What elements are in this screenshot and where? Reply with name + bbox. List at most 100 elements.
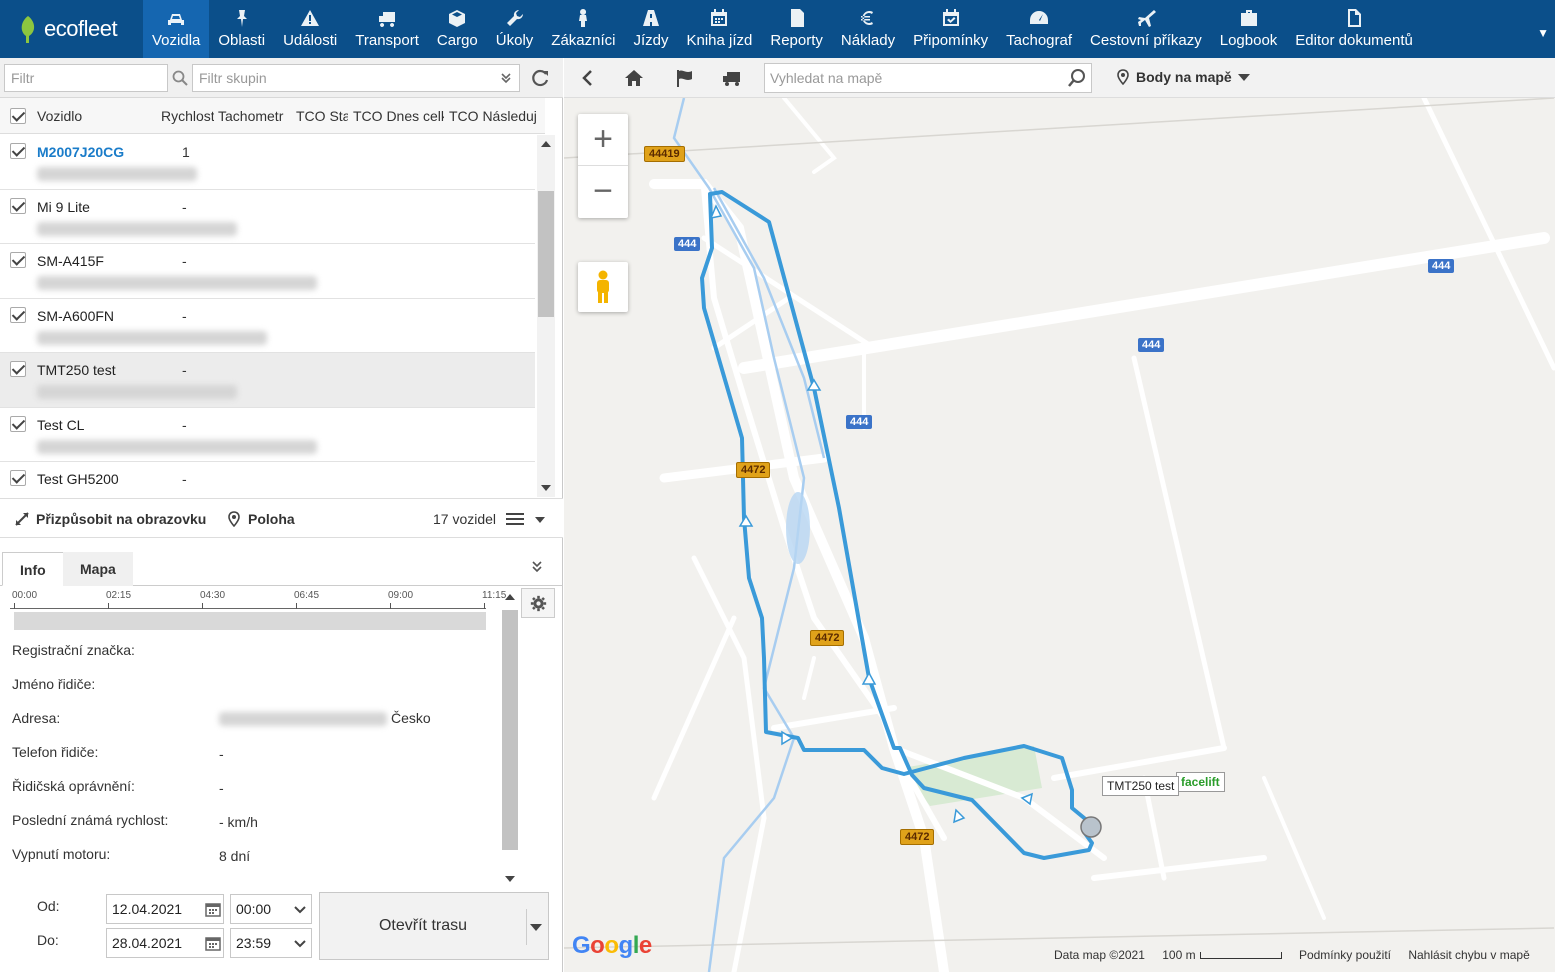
vehicle-filter-input[interactable]: Filtr [4,64,168,92]
vehicle-label-secondary[interactable]: facelift [1176,772,1225,792]
column-odometer[interactable]: Tachometr [218,108,290,124]
zoom-out-button[interactable]: − [578,166,628,218]
driver-license-label: Řidičská oprávnění: [12,778,135,794]
row-checkbox[interactable] [10,252,26,268]
map-scale[interactable]: 100 m [1162,948,1195,962]
position-button[interactable]: Poloha [226,511,295,527]
select-all-checkbox[interactable] [10,108,26,124]
row-checkbox[interactable] [10,361,26,377]
caret-down-icon[interactable] [530,924,542,931]
table-row[interactable]: Test GH5200 - [0,462,535,497]
row-checkbox[interactable] [10,197,26,214]
plane-icon [1137,10,1156,27]
scroll-thumb[interactable] [538,191,554,317]
expand-arrows-icon [15,512,29,526]
timeline-bar[interactable] [14,612,486,630]
table-row[interactable]: Mi 9 Lite - [0,189,535,244]
search-icon[interactable] [172,70,188,86]
nav-calendar-check[interactable]: Připomínky [904,0,997,58]
search-icon[interactable] [1067,68,1087,88]
fit-to-screen-button[interactable]: Přizpůsobit na obrazovku [14,511,206,527]
home-icon[interactable] [624,68,644,88]
nav-document[interactable]: Reporty [761,0,832,58]
caret-down-icon[interactable] [534,513,546,525]
list-menu-icon[interactable] [506,511,526,527]
date-range: Od: 12.04.2021 00:00 Do: 28.04.2021 23:5… [0,888,563,972]
row-checkbox[interactable] [10,143,26,159]
table-row[interactable]: SM-A415F - [0,244,535,299]
nav-plane[interactable]: Cestovní příkazy [1081,0,1211,58]
map-panel[interactable]: Vyhledat na mapě Body na mapě 44419 444 … [564,58,1555,972]
tab-map[interactable]: Mapa [63,552,133,586]
vehicle-speed: - [182,307,187,324]
euro-icon [861,11,873,25]
info-scrollbar[interactable] [502,592,518,884]
row-checkbox[interactable] [10,306,26,323]
refresh-icon[interactable] [530,68,550,88]
fit-toolbar: Přizpůsobit na obrazovku Poloha 17 vozid… [0,498,563,538]
timeline[interactable]: 00:00 02:15 04:30 06:45 09:00 11:15 [10,590,506,630]
chevron-left-icon[interactable] [578,68,598,88]
more-menu-icon[interactable]: ▼ [1537,26,1549,40]
column-tco-today[interactable]: TCO Dnes celk [353,108,444,124]
ecofleet-logo[interactable]: ecofleet [0,0,143,58]
nav-person[interactable]: Zákazníci [542,0,624,58]
table-row[interactable]: SM-A600FN - [0,298,535,353]
timeline-settings-button[interactable] [521,588,555,618]
truck-icon[interactable] [722,68,742,88]
road-icon [642,10,659,26]
driver-phone-label: Telefon řidiče: [12,744,99,760]
nav-briefcase[interactable]: Logbook [1211,0,1287,58]
table-row[interactable]: TMT250 test - [0,353,535,408]
nav-car[interactable]: Vozidla [143,0,210,58]
row-checkbox[interactable] [10,470,26,486]
chevron-double-down-icon[interactable] [500,72,512,84]
zoom-in-button[interactable]: + [578,114,628,166]
open-route-button[interactable]: Otevřít trasu [319,892,549,960]
nav-box[interactable]: Cargo [428,0,487,58]
scroll-up-icon[interactable] [505,594,515,600]
column-tco-status[interactable]: TCO Stav [296,108,348,124]
map-canvas[interactable] [564,98,1555,972]
map-toolbar: Vyhledat na mapě Body na mapě [564,58,1555,98]
nav-warning[interactable]: Události [274,0,346,58]
map-search-input[interactable]: Vyhledat na mapě [764,63,1092,93]
nav-calendar[interactable]: Kniha jízd [678,0,762,58]
scroll-down-icon[interactable] [505,876,515,882]
nav-wrench[interactable]: Úkoly [487,0,543,58]
group-filter-input[interactable]: Filtr skupin [192,64,520,92]
points-on-map-dropdown[interactable]: Body na mapě [1116,69,1250,85]
terms-link[interactable]: Podmínky použití [1299,948,1391,962]
flag-icon[interactable] [674,68,694,88]
vehicle-label[interactable]: TMT250 test [1102,776,1180,796]
nav-euro[interactable]: Náklady [832,0,904,58]
truck-icon [379,12,396,27]
row-checkbox[interactable] [10,415,26,432]
column-vehicle[interactable]: Vozidlo [37,108,157,124]
calendar-icon[interactable] [205,901,221,917]
scroll-up-icon[interactable] [541,141,551,147]
vehicle-list-scrollbar[interactable] [537,135,555,497]
nav-file[interactable]: Editor dokumentů [1286,0,1422,58]
scroll-thumb[interactable] [502,610,518,850]
report-error-link[interactable]: Nahlásit chybu v mapě [1408,948,1529,962]
logo-text: ecofleet [44,16,118,41]
scroll-down-icon[interactable] [541,485,551,491]
table-row[interactable]: Test CL - [0,407,535,462]
nav-truck[interactable]: Transport [346,0,428,58]
chevron-double-down-icon[interactable] [530,560,544,574]
street-view-button[interactable] [578,262,628,312]
column-tco-next[interactable]: TCO Následující [449,108,537,124]
calendar-icon[interactable] [205,935,221,951]
chevron-down-icon[interactable] [294,906,306,914]
vehicle-speed: - [182,362,187,378]
nav-gauge[interactable]: Tachograf [997,0,1081,58]
nav-pin[interactable]: Oblasti [209,0,274,58]
leaf-icon [21,16,35,43]
nav-road[interactable]: Jízdy [624,0,677,58]
column-speed[interactable]: Rychlost [161,108,214,124]
vehicle-name[interactable]: M2007J20CG [37,144,124,160]
tab-info[interactable]: Info [2,552,64,586]
chevron-down-icon[interactable] [294,940,306,948]
table-row[interactable]: M2007J20CG 1 [0,135,535,190]
